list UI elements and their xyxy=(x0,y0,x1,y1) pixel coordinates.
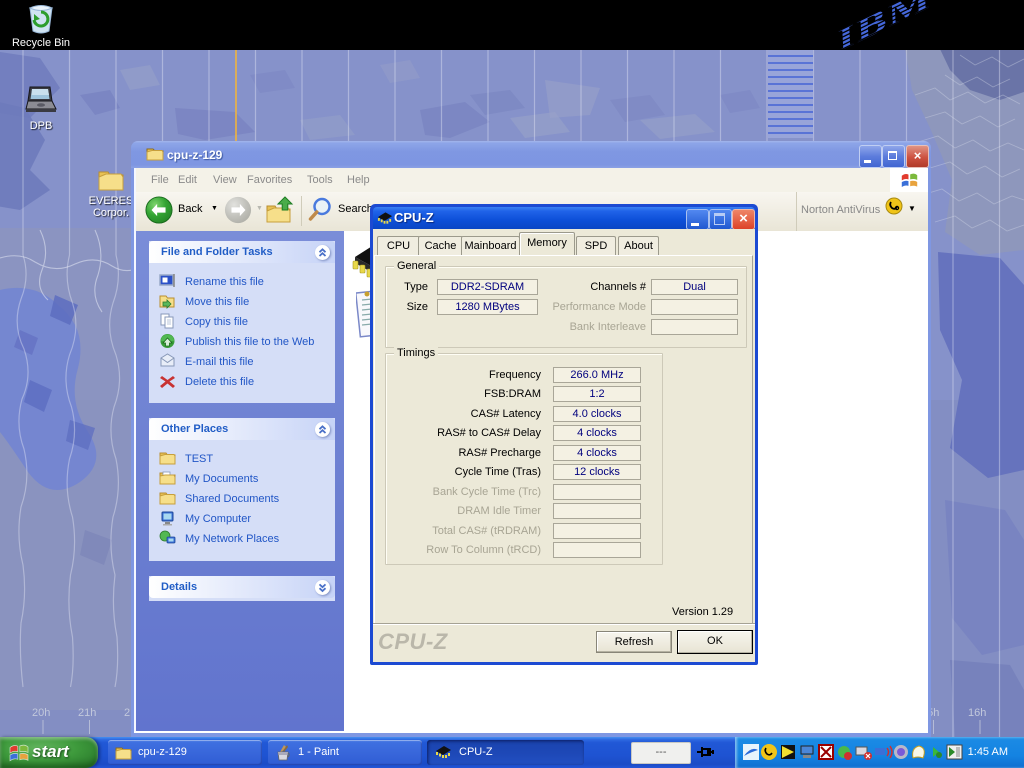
svg-text:16h: 16h xyxy=(968,707,986,719)
svg-text:21h: 21h xyxy=(78,707,96,719)
svg-text:20h: 20h xyxy=(32,707,50,719)
svg-text:IBM: IBM xyxy=(837,0,933,49)
svg-text:2: 2 xyxy=(124,707,130,719)
